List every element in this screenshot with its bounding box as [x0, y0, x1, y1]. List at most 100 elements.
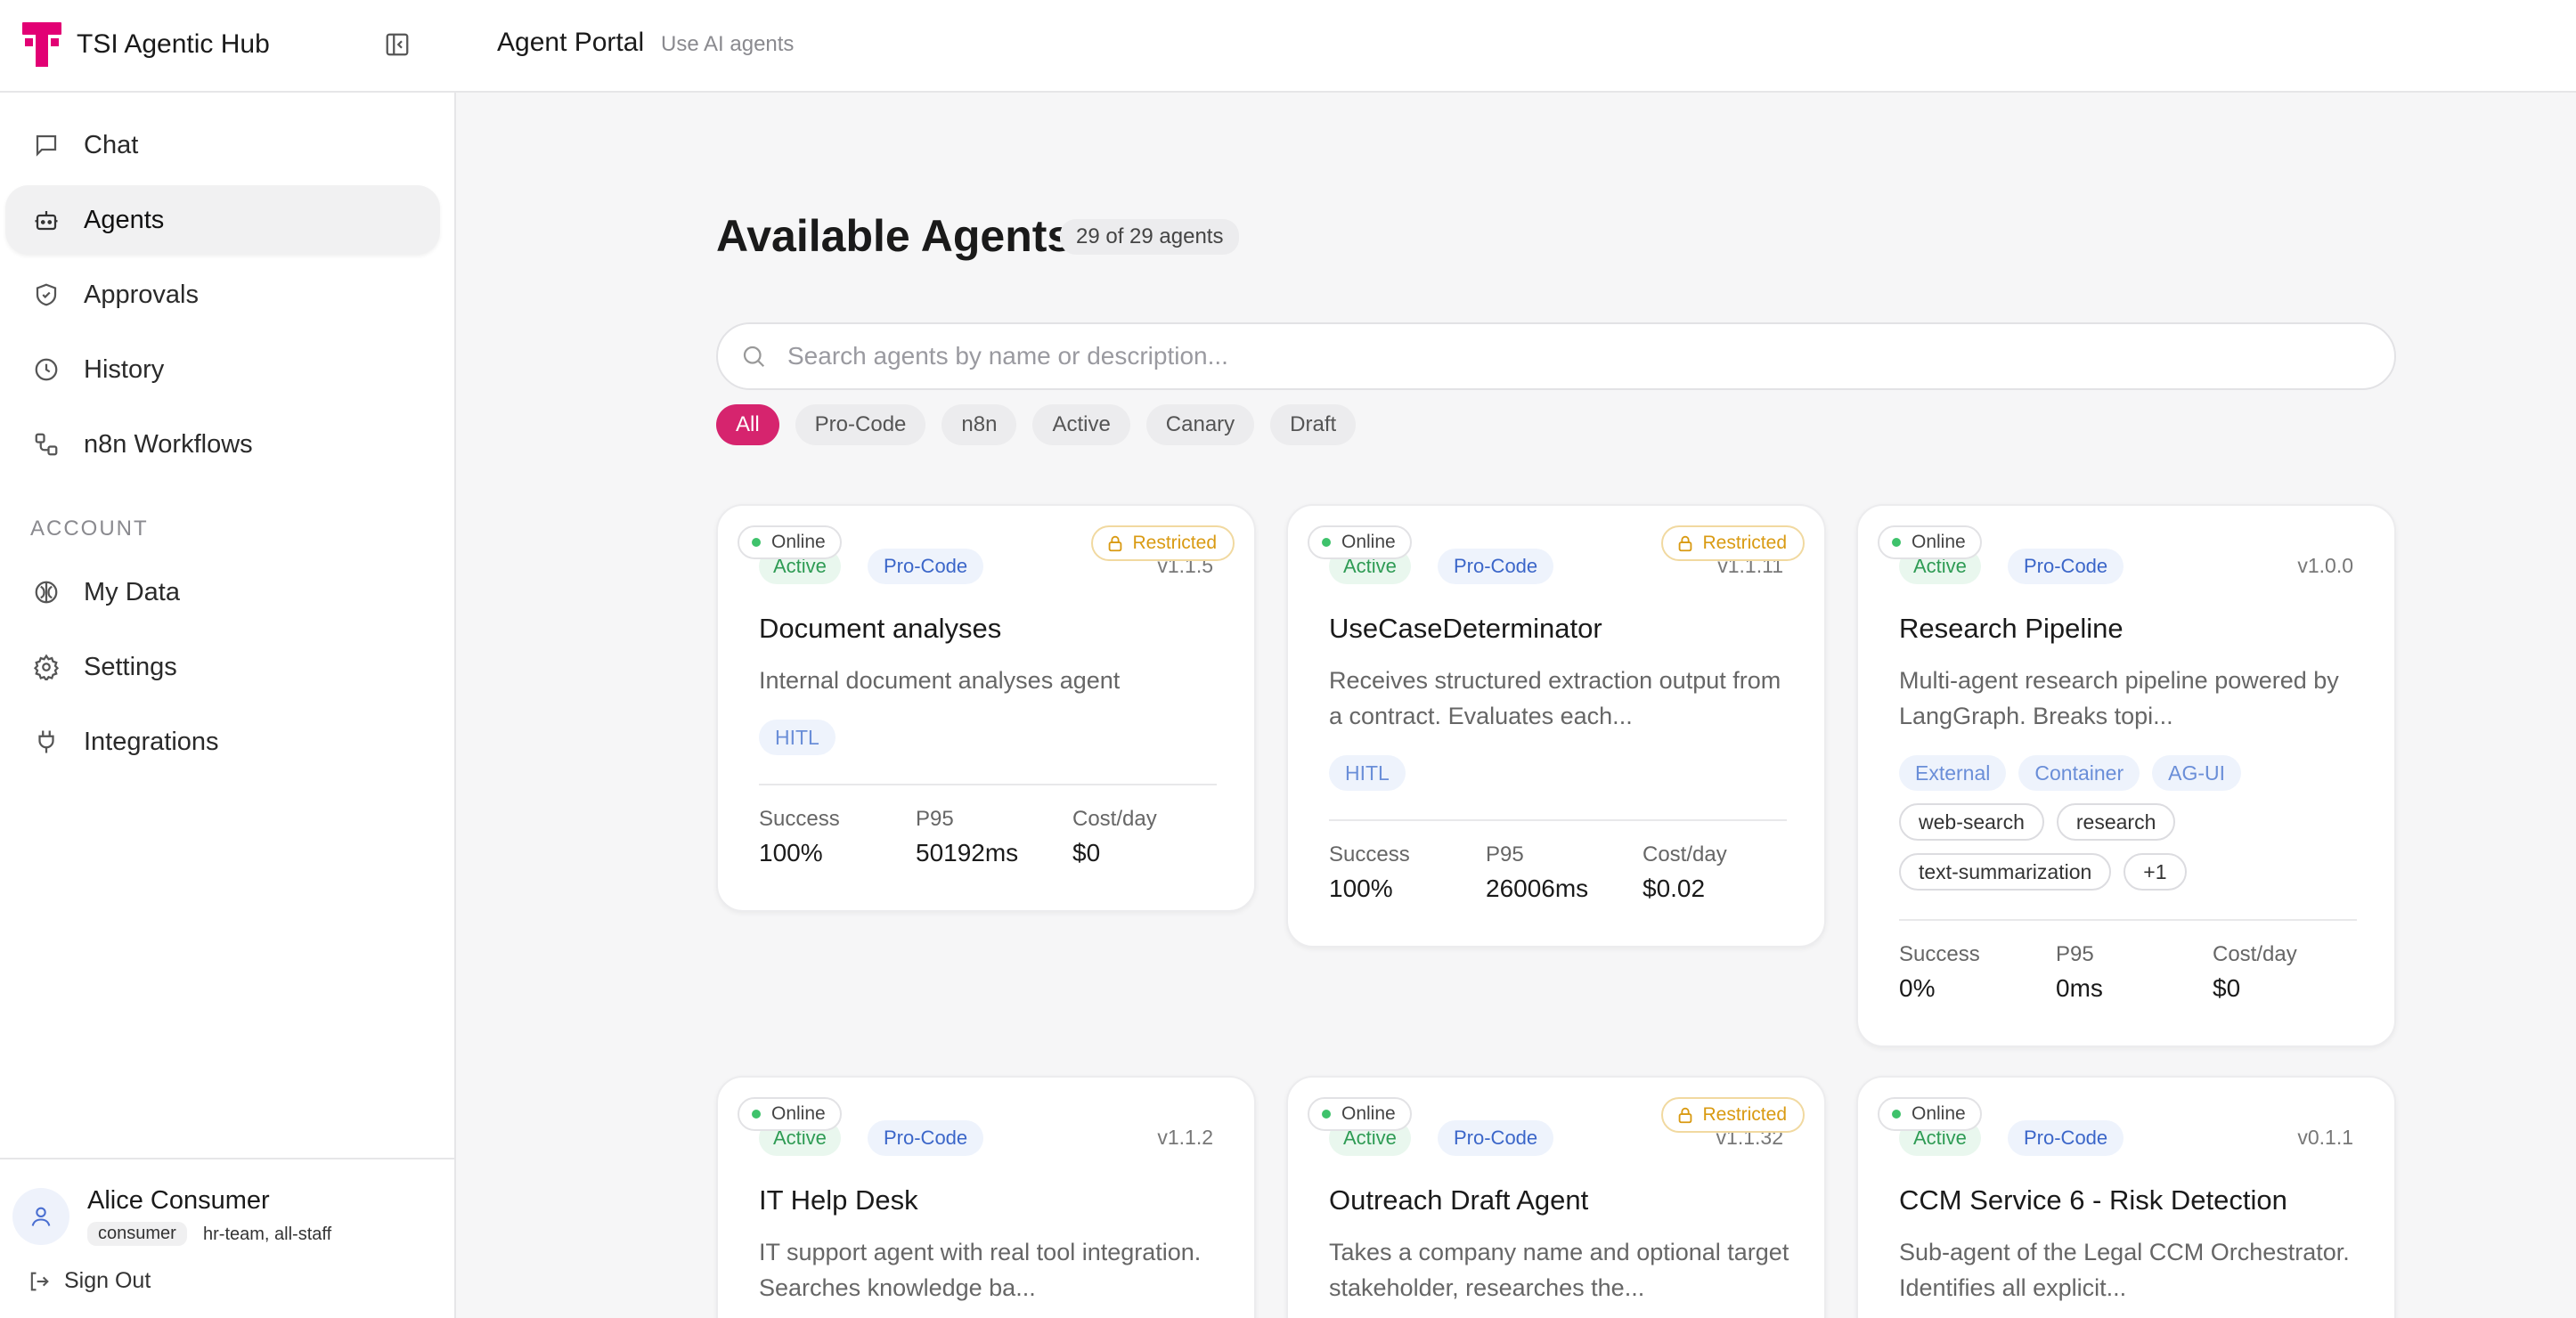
more-tags-button[interactable]: +1 [2124, 853, 2187, 891]
filter-chip-all[interactable]: All [716, 404, 779, 445]
status-badge: Online [1308, 1097, 1412, 1131]
user-icon [31, 1207, 51, 1226]
sidebar-item-label: Settings [84, 652, 177, 681]
agent-name: Outreach Draft Agent [1329, 1184, 1589, 1216]
agent-card[interactable]: Online Active Pro-Code v0.1.1 CCM Servic… [1856, 1076, 2396, 1318]
logout-icon [30, 1272, 49, 1290]
sidebar-item-my-data[interactable]: My Data [5, 557, 440, 627]
sign-out-label: Sign Out [64, 1268, 151, 1293]
agent-card[interactable]: Online Active Pro-Code v1.1.32 Restricte… [1286, 1076, 1826, 1318]
agent-name: Document analyses [759, 613, 1002, 644]
tag: External [1899, 755, 2007, 791]
type-badge: Pro-Code [2008, 549, 2124, 584]
online-dot-icon [752, 538, 761, 547]
filter-chips: All Pro-Code n8n Active Canary Draft [716, 404, 1357, 445]
status-badge: Online [738, 525, 842, 559]
sidebar-item-label: Agents [84, 205, 165, 234]
shield-check-icon [30, 279, 62, 311]
agent-tags: HITL [759, 720, 1231, 755]
brand-name: TSI Agentic Hub [77, 29, 270, 59]
type-badge: Pro-Code [1438, 1120, 1554, 1156]
online-dot-icon [1322, 538, 1331, 547]
agent-description: Sub-agent of the Legal CCM Orchestrator.… [1899, 1239, 2350, 1301]
user-name: Alice Consumer [87, 1186, 270, 1215]
sidebar-item-label: n8n Workflows [84, 429, 253, 459]
telekom-logo-icon [21, 21, 62, 68]
user-groups: hr-team, all-staff [203, 1224, 332, 1244]
chat-icon [30, 129, 62, 161]
type-badge: Pro-Code [1438, 549, 1554, 584]
agent-name: Research Pipeline [1899, 613, 2124, 644]
filter-chip-n8n[interactable]: n8n [942, 404, 1017, 445]
agent-card[interactable]: Online Active Pro-Code v1.1.2 IT Help De… [716, 1076, 1256, 1318]
page-section-title: Agent Portal [497, 28, 645, 57]
tag: HITL [759, 720, 836, 755]
type-badge: Pro-Code [868, 1120, 984, 1156]
search-box [716, 322, 2396, 390]
agent-tags: External Container AG-UI web-search rese… [1899, 755, 2371, 891]
search-icon [738, 340, 770, 372]
brand[interactable]: TSI Agentic Hub [21, 21, 270, 68]
sidebar-toggle-button[interactable] [381, 28, 413, 61]
divider [1899, 919, 2357, 921]
agent-count-badge: 29 of 29 agents [1060, 219, 1240, 255]
agent-card[interactable]: Online Active Pro-Code v1.1.5 Restricted… [716, 504, 1256, 912]
sidebar-item-history[interactable]: History [5, 335, 440, 404]
agent-card[interactable]: Online Active Pro-Code v1.1.11 Restricte… [1286, 504, 1826, 948]
type-badge: Pro-Code [868, 549, 984, 584]
account-section-label: ACCOUNT [30, 517, 149, 541]
tag: HITL [1329, 755, 1406, 791]
avatar[interactable] [12, 1188, 69, 1245]
capability-tag: web-search [1899, 803, 2044, 841]
brain-icon [30, 576, 62, 608]
sidebar-item-label: Approvals [84, 280, 199, 309]
agent-description: Multi-agent research pipeline powered by… [1899, 667, 2339, 729]
role-badge: consumer [87, 1222, 187, 1246]
metric-success: Success 100% [759, 807, 840, 866]
sign-out-button[interactable]: Sign Out [27, 1268, 151, 1294]
metric-p95: P95 26006ms [1486, 842, 1589, 902]
panel-left-icon [386, 33, 409, 56]
sidebar-item-settings[interactable]: Settings [5, 632, 440, 702]
search-input[interactable] [787, 342, 2302, 370]
restricted-badge: Restricted [1661, 1097, 1805, 1133]
agent-name: UseCaseDeterminator [1329, 613, 1602, 644]
filter-chip-canary[interactable]: Canary [1145, 404, 1255, 445]
online-dot-icon [1322, 1110, 1331, 1119]
tag: AG-UI [2152, 755, 2241, 791]
agent-description: IT support agent with real tool integrat… [759, 1239, 1202, 1301]
restricted-badge: Restricted [1661, 525, 1805, 561]
version-label: v0.1.1 [2297, 1126, 2353, 1149]
status-badge: Online [1878, 525, 1982, 559]
sidebar-item-label: Integrations [84, 727, 219, 756]
workflow-icon [30, 428, 62, 460]
filter-chip-active[interactable]: Active [1032, 404, 1130, 445]
metric-p95: P95 50192ms [916, 807, 1019, 866]
filter-chip-pro-code[interactable]: Pro-Code [795, 404, 926, 445]
status-badge: Online [738, 1097, 842, 1131]
sidebar-item-label: History [84, 354, 165, 384]
sidebar-item-approvals[interactable]: Approvals [5, 260, 440, 330]
agent-name: CCM Service 6 - Risk Detection [1899, 1184, 2287, 1216]
tag: Container [2018, 755, 2140, 791]
sidebar-item-chat[interactable]: Chat [5, 110, 440, 180]
agent-card[interactable]: Online Active Pro-Code v1.0.0 Research P… [1856, 504, 2396, 1047]
bot-icon [30, 204, 62, 236]
user-panel: Alice Consumer consumer hr-team, all-sta… [0, 1158, 454, 1318]
sidebar-item-integrations[interactable]: Integrations [5, 707, 440, 777]
sidebar-item-agents[interactable]: Agents [5, 185, 440, 255]
agent-tags: HITL [1329, 755, 1801, 791]
filter-chip-draft[interactable]: Draft [1270, 404, 1357, 445]
lock-icon [1679, 1107, 1692, 1124]
sidebar-item-n8n-workflows[interactable]: n8n Workflows [5, 410, 440, 479]
metric-cost: Cost/day $0 [2213, 942, 2297, 1002]
page-section-subtitle: Use AI agents [661, 32, 795, 56]
status-badge: Online [1878, 1097, 1982, 1131]
metric-success: Success 0% [1899, 942, 1980, 1002]
agent-description: Internal document analyses agent [759, 667, 1121, 694]
sidebar: Chat Agents Approvals History n8n Workfl… [0, 93, 456, 1318]
online-dot-icon [1892, 538, 1901, 547]
page-title: Available Agents [716, 211, 1072, 261]
agent-name: IT Help Desk [759, 1184, 918, 1216]
sidebar-item-label: Chat [84, 130, 139, 159]
